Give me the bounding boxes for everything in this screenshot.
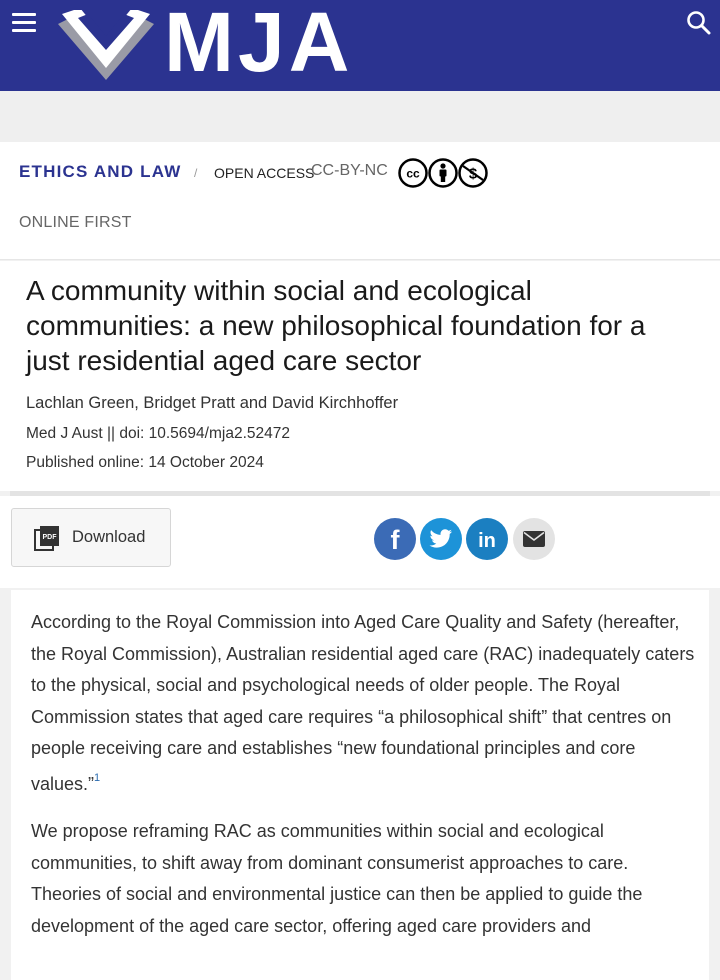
search-icon[interactable] [686,10,712,36]
hamburger-menu-icon[interactable] [12,13,36,33]
article-title: A community within social and ecological… [26,275,646,376]
article-meta: ETHICS AND LAW / OPEN ACCESS CC-BY-NC cc… [0,142,720,260]
article-citation: Med J Aust || doi: 10.5694/mja2.52472 [26,425,290,442]
logo-text: MJA [164,0,354,89]
twitter-share-button[interactable] [420,518,462,560]
facebook-share-button[interactable]: f [374,518,416,560]
open-access-label: OPEN ACCESS [214,165,315,181]
article-body: According to the Royal Commission into A… [11,590,709,980]
cc-icon: cc [398,158,428,188]
svg-text:PDF: PDF [43,534,58,541]
facebook-icon: f [391,525,401,555]
download-label: Download [72,528,146,546]
article-actions: PDF Download f in [0,496,720,588]
pdf-icon: PDF [34,525,59,551]
email-share-button[interactable] [513,518,555,560]
linkedin-icon: in [478,530,496,552]
site-header: MJA [0,0,720,91]
svg-text:f: f [391,525,401,555]
by-icon [428,158,458,188]
license-label: CC-BY-NC [311,162,388,179]
category-link[interactable]: ETHICS AND LAW [19,162,182,182]
download-pdf-button[interactable]: PDF Download [11,508,171,567]
svg-text:cc: cc [406,167,420,181]
linkedin-share-button[interactable]: in [466,518,508,560]
published-date: Published online: 14 October 2024 [26,454,264,471]
article-header: A community within social and ecological… [0,261,720,491]
paragraph-text: According to the Royal Commission into A… [31,612,695,794]
paragraph-text: We propose reframing RAC as communities … [31,821,643,936]
reference-link[interactable]: 1 [94,772,100,784]
article-authors: Lachlan Green, Bridget Pratt and David K… [26,394,399,412]
email-icon [523,531,545,547]
license-icons[interactable]: cc $ [398,158,488,188]
svg-text:in: in [478,530,496,552]
online-first-label: ONLINE FIRST [19,214,132,231]
ad-placeholder-band [0,91,720,142]
nc-icon: $ [458,158,488,188]
twitter-icon [429,529,452,548]
mja-chevron-logo-icon [58,10,154,80]
body-paragraph: We propose reframing RAC as communities … [31,816,696,942]
body-paragraph: According to the Royal Commission into A… [31,607,696,800]
mja-logo[interactable]: MJA [58,0,378,84]
meta-separator: / [194,166,198,180]
